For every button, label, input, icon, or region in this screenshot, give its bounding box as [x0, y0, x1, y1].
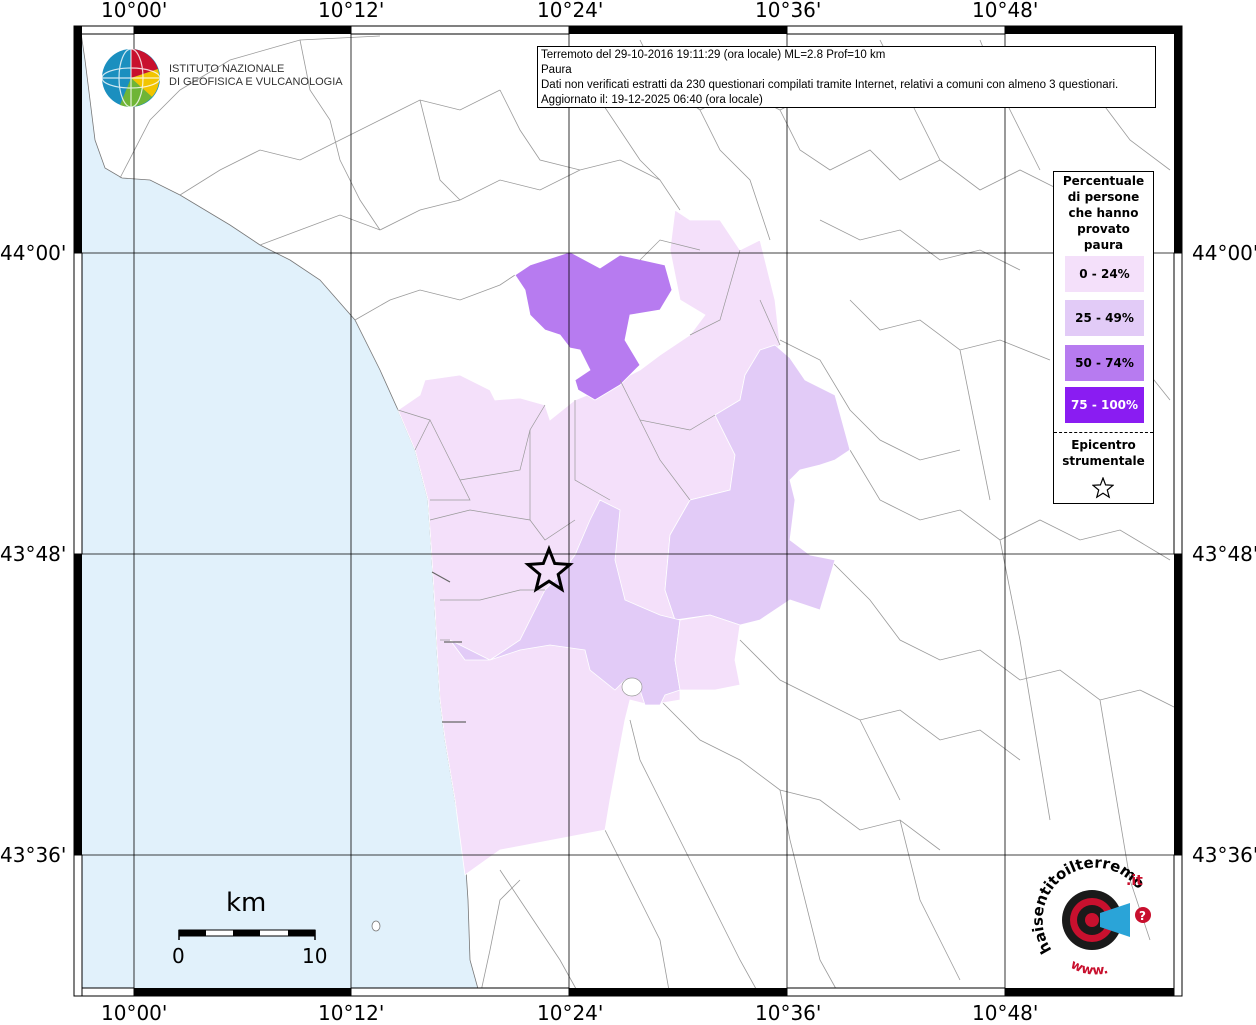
- svg-text:www.: www.: [1068, 957, 1109, 978]
- legend: Percentuale di persone che hanno provato…: [1053, 171, 1154, 504]
- hsit-it-text: .it: [1126, 873, 1143, 889]
- lon-label-top-1: 10°12': [318, 0, 385, 22]
- legend-swatch-0: 0 - 24%: [1065, 256, 1144, 292]
- lat-label-left-1: 43°48': [0, 542, 67, 566]
- scale-max-label: 10: [302, 944, 328, 968]
- event-info-line1: Terremoto del 29-10-2016 19:11:29 (ora l…: [541, 49, 886, 61]
- legend-swatch-1: 25 - 49%: [1065, 300, 1144, 336]
- lon-label-bottom-0: 10°00': [101, 1001, 168, 1025]
- legend-divider: [1054, 432, 1153, 433]
- ingv-globe-icon: [100, 47, 162, 113]
- event-info-line3: Dati non verificati estratti da 230 ques…: [541, 79, 1119, 91]
- haisentito-logo: ? haisentitoilterremoto .it www.: [1025, 841, 1175, 989]
- event-info-box: Terremoto del 29-10-2016 19:11:29 (ora l…: [537, 46, 1156, 108]
- event-info-line2: Paura: [541, 64, 572, 76]
- legend-title-line: che hanno: [1068, 206, 1139, 220]
- hsit-www-text: www.: [1068, 957, 1109, 978]
- legend-swatch-2: 50 - 74%: [1065, 345, 1144, 381]
- legend-swatch-3: 75 - 100%: [1065, 387, 1144, 423]
- lon-label-top-2: 10°24': [537, 0, 604, 22]
- lon-label-bottom-2: 10°24': [537, 1001, 604, 1025]
- scale-unit-label: km: [226, 888, 267, 918]
- ingv-line1: ISTITUTO NAZIONALE: [169, 63, 285, 75]
- event-info-line4: Aggiornato il: 19-12-2025 06:40 (ora loc…: [541, 94, 763, 106]
- scale-min-label: 0: [172, 944, 185, 968]
- legend-epicentre-title: Epicentro strumentale: [1054, 437, 1153, 469]
- lat-label-left-0: 44°00': [0, 241, 67, 265]
- ingv-line2: DI GEOFISICA E VULCANOLOGIA: [169, 76, 343, 88]
- ingv-institute-name: ISTITUTO NAZIONALE DI GEOFISICA E VULCAN…: [169, 63, 343, 89]
- lon-label-top-4: 10°48': [972, 0, 1039, 22]
- lat-label-right-2: 43°36': [1192, 843, 1256, 867]
- legend-epicentre-line: Epicentro: [1071, 438, 1136, 452]
- lon-label-top-0: 10°00': [101, 0, 168, 22]
- lat-label-right-0: 44°00': [1192, 241, 1256, 265]
- legend-epicentre-line: strumentale: [1062, 454, 1145, 468]
- lon-label-bottom-3: 10°36': [755, 1001, 822, 1025]
- municipality-25-49-se: [674, 614, 741, 691]
- legend-title-line: Percentuale: [1062, 174, 1145, 188]
- legend-title-line: paura: [1083, 238, 1124, 252]
- lon-label-bottom-1: 10°12': [318, 1001, 385, 1025]
- legend-title-line: provato: [1077, 222, 1130, 236]
- lon-label-bottom-4: 10°48': [972, 1001, 1039, 1025]
- lat-label-left-2: 43°36': [0, 843, 67, 867]
- star-icon: [1091, 476, 1115, 503]
- hsit-question-mark: ?: [1139, 909, 1146, 923]
- lon-label-top-3: 10°36': [755, 0, 822, 22]
- legend-title: Percentuale di persone che hanno provato…: [1054, 173, 1153, 253]
- legend-title-line: di persone: [1067, 190, 1140, 204]
- lat-label-right-1: 43°48': [1192, 542, 1256, 566]
